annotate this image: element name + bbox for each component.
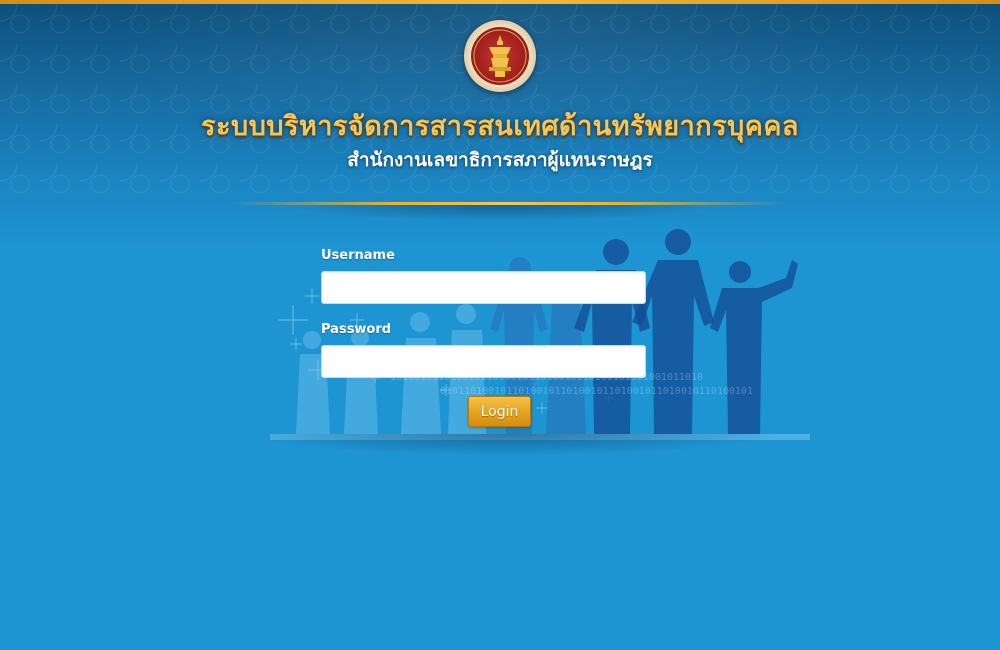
parliament-emblem-logo xyxy=(464,20,536,92)
login-button[interactable]: Login xyxy=(468,396,531,427)
organization-subtitle: สำนักงานเลขาธิการสภาผู้แทนราษฎร xyxy=(0,145,1000,175)
emblem-icon xyxy=(473,29,527,83)
divider-shadow xyxy=(280,205,720,221)
form-floor-shadow xyxy=(240,434,780,456)
organization-subtitle-text: สำนักงานเลขาธิการสภาผู้แทนราษฎร xyxy=(347,149,653,171)
emblem-center xyxy=(471,27,529,85)
username-label: Username xyxy=(321,248,395,263)
username-input[interactable] xyxy=(321,271,646,304)
password-input[interactable] xyxy=(321,345,646,378)
system-title: ระบบบริหารจัดการสารสนเทศด้านทรัพยากรบุคค… xyxy=(201,111,799,142)
password-label: Password xyxy=(321,322,392,337)
